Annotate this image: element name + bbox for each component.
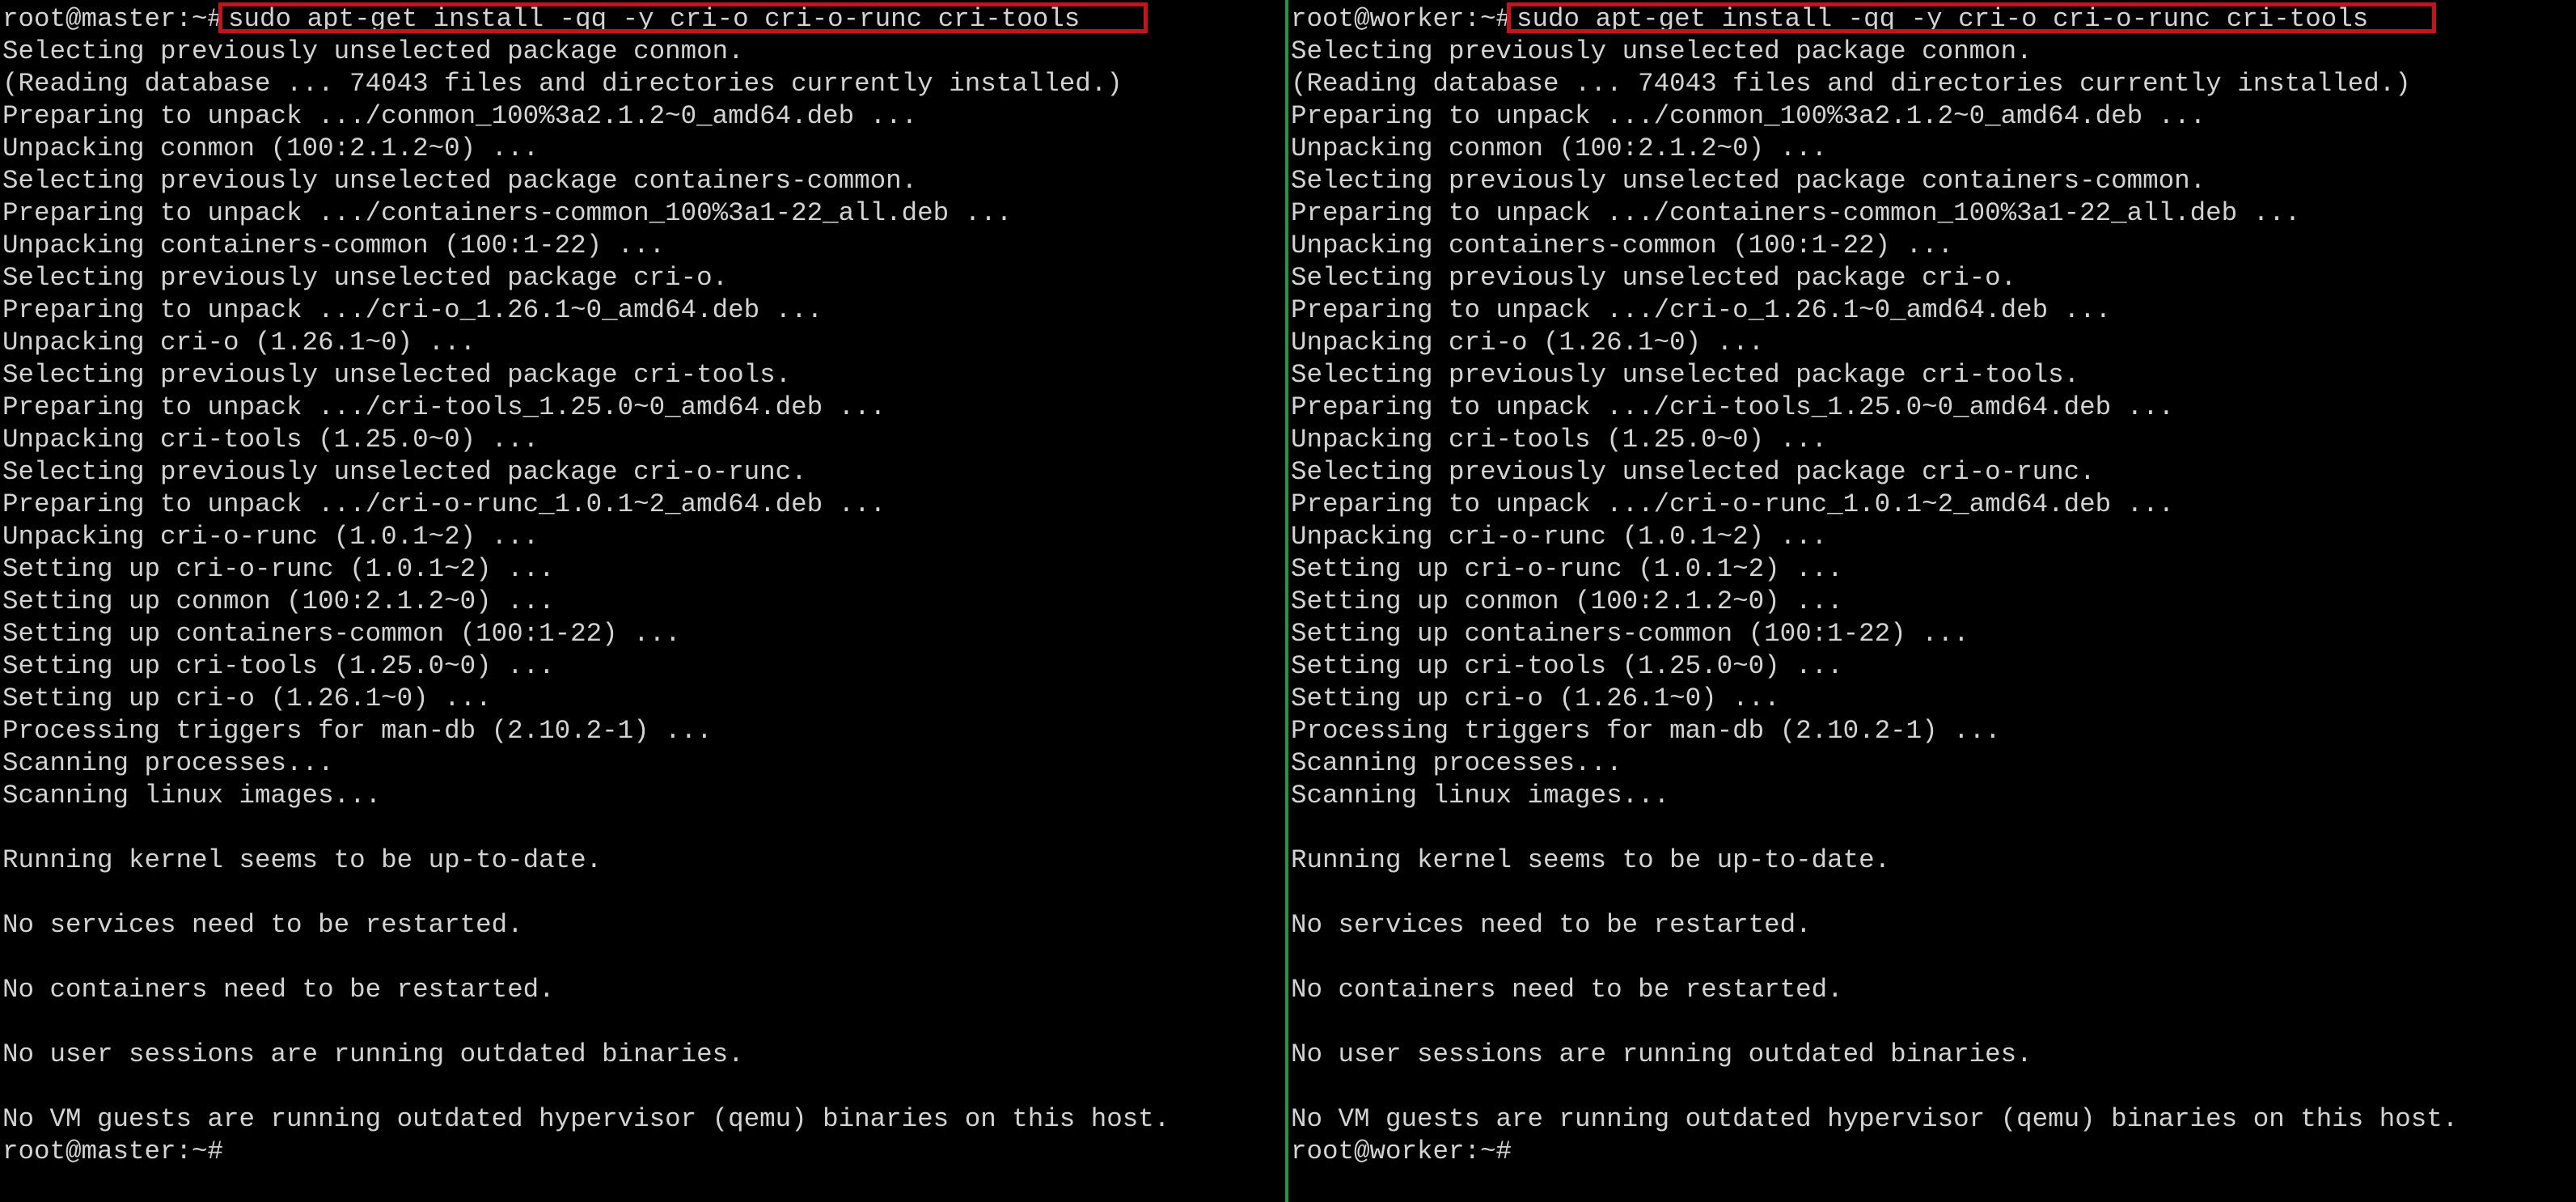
output-line: Running kernel seems to be up-to-date. bbox=[2, 845, 603, 875]
output-line: Setting up containers-common (100:1-22) … bbox=[1291, 619, 1969, 649]
output-line: Preparing to unpack .../cri-o_1.26.1~0_a… bbox=[1291, 295, 2112, 325]
output-line: Selecting previously unselected package … bbox=[1291, 36, 2032, 66]
command-output: Selecting previously unselected package … bbox=[1291, 36, 2576, 1136]
output-line: Unpacking containers-common (100:1-22) .… bbox=[1291, 231, 1954, 260]
final-shell-prompt[interactable]: root@worker:~# bbox=[1291, 1136, 2576, 1168]
output-line: Unpacking cri-o (1.26.1~0) ... bbox=[2, 328, 476, 358]
output-line: Selecting previously unselected package … bbox=[2, 263, 729, 293]
output-line: No VM guests are running outdated hyperv… bbox=[1291, 1104, 2459, 1134]
output-line: Setting up conmon (100:2.1.2~0) ... bbox=[2, 586, 555, 616]
command-line: root@worker:~# sudo apt-get install -qq -… bbox=[1291, 2, 2576, 36]
output-line: Preparing to unpack .../cri-o_1.26.1~0_a… bbox=[2, 295, 823, 325]
output-line: Unpacking containers-common (100:1-22) .… bbox=[2, 231, 666, 260]
output-line: No containers need to be restarted. bbox=[2, 975, 555, 1005]
terminal-pane-worker[interactable]: root@worker:~# sudo apt-get install -qq -… bbox=[1288, 0, 2576, 1202]
output-line: Scanning processes... bbox=[1291, 748, 1622, 778]
output-line: Preparing to unpack .../cri-o-runc_1.0.1… bbox=[2, 489, 886, 519]
final-shell-prompt[interactable]: root@master:~# bbox=[2, 1136, 1285, 1168]
command-line: root@master:~# sudo apt-get install -qq -… bbox=[2, 2, 1285, 36]
output-line: Processing triggers for man-db (2.10.2-1… bbox=[1291, 716, 2001, 746]
output-line: Setting up cri-o-runc (1.0.1~2) ... bbox=[2, 554, 555, 584]
output-line: Setting up cri-tools (1.25.0~0) ... bbox=[1291, 651, 1843, 681]
output-line: Scanning linux images... bbox=[1291, 781, 1670, 811]
output-line: Selecting previously unselected package … bbox=[2, 457, 807, 487]
output-line: Unpacking cri-o-runc (1.0.1~2) ... bbox=[2, 522, 539, 552]
output-line: Selecting previously unselected package … bbox=[1291, 360, 2080, 390]
terminal-output: root@worker:~# sudo apt-get install -qq -… bbox=[1288, 0, 2576, 1168]
output-line: No containers need to be restarted. bbox=[1291, 975, 1843, 1005]
output-line: Selecting previously unselected package … bbox=[1291, 263, 2017, 293]
output-line: Selecting previously unselected package … bbox=[1291, 166, 2206, 196]
command-output: Selecting previously unselected package … bbox=[2, 36, 1285, 1136]
output-line: Preparing to unpack .../cri-tools_1.25.0… bbox=[1291, 392, 2175, 422]
command-text: sudo apt-get install -qq -y cri-o cri-o-… bbox=[228, 4, 1081, 34]
output-line: Scanning processes... bbox=[2, 748, 334, 778]
output-line: Unpacking cri-tools (1.25.0~0) ... bbox=[1291, 425, 1828, 455]
output-line: Setting up cri-o (1.26.1~0) ... bbox=[2, 684, 492, 713]
output-line: Preparing to unpack .../conmon_100%3a2.1… bbox=[1291, 101, 2206, 131]
output-line: No user sessions are running outdated bi… bbox=[2, 1039, 744, 1069]
output-line: Processing triggers for man-db (2.10.2-1… bbox=[2, 716, 713, 746]
output-line: Unpacking cri-o (1.26.1~0) ... bbox=[1291, 328, 1765, 358]
highlighted-command: sudo apt-get install -qq -y cri-o cri-o-… bbox=[1507, 2, 2437, 36]
output-line: Setting up conmon (100:2.1.2~0) ... bbox=[1291, 586, 1843, 616]
output-line: Unpacking conmon (100:2.1.2~0) ... bbox=[2, 133, 539, 163]
terminal-split-screen: root@master:~# sudo apt-get install -qq -… bbox=[0, 0, 2576, 1202]
output-line: Selecting previously unselected package … bbox=[2, 36, 744, 66]
output-line: Preparing to unpack .../conmon_100%3a2.1… bbox=[2, 101, 918, 131]
output-line: Selecting previously unselected package … bbox=[1291, 457, 2096, 487]
output-line: Preparing to unpack .../containers-commo… bbox=[1291, 198, 2301, 228]
output-line: Preparing to unpack .../containers-commo… bbox=[2, 198, 1013, 228]
output-line: Preparing to unpack .../cri-o-runc_1.0.1… bbox=[1291, 489, 2175, 519]
output-line: Scanning linux images... bbox=[2, 781, 382, 811]
highlighted-command: sudo apt-get install -qq -y cri-o cri-o-… bbox=[218, 2, 1148, 36]
output-line: Setting up cri-o-runc (1.0.1~2) ... bbox=[1291, 554, 1843, 584]
output-line: Preparing to unpack .../cri-tools_1.25.0… bbox=[2, 392, 886, 422]
output-line: Selecting previously unselected package … bbox=[2, 360, 792, 390]
output-line: Unpacking cri-o-runc (1.0.1~2) ... bbox=[1291, 522, 1828, 552]
output-line: No services need to be restarted. bbox=[1291, 910, 1812, 940]
terminal-pane-master[interactable]: root@master:~# sudo apt-get install -qq -… bbox=[0, 0, 1285, 1202]
output-line: Running kernel seems to be up-to-date. bbox=[1291, 845, 1891, 875]
shell-prompt: root@master:~# bbox=[2, 4, 224, 34]
output-line: Selecting previously unselected package … bbox=[2, 166, 918, 196]
output-line: No services need to be restarted. bbox=[2, 910, 523, 940]
command-text: sudo apt-get install -qq -y cri-o cri-o-… bbox=[1516, 4, 2369, 34]
output-line: Unpacking cri-tools (1.25.0~0) ... bbox=[2, 425, 539, 455]
shell-prompt: root@worker:~# bbox=[1291, 4, 1512, 34]
output-line: No VM guests are running outdated hyperv… bbox=[2, 1104, 1170, 1134]
output-line: (Reading database ... 74043 files and di… bbox=[1291, 69, 2411, 99]
output-line: Setting up containers-common (100:1-22) … bbox=[2, 619, 681, 649]
terminal-output: root@master:~# sudo apt-get install -qq -… bbox=[0, 0, 1285, 1168]
output-line: Setting up cri-o (1.26.1~0) ... bbox=[1291, 684, 1780, 713]
output-line: No user sessions are running outdated bi… bbox=[1291, 1039, 2032, 1069]
output-line: Setting up cri-tools (1.25.0~0) ... bbox=[2, 651, 555, 681]
output-line: (Reading database ... 74043 files and di… bbox=[2, 69, 1123, 99]
output-line: Unpacking conmon (100:2.1.2~0) ... bbox=[1291, 133, 1828, 163]
